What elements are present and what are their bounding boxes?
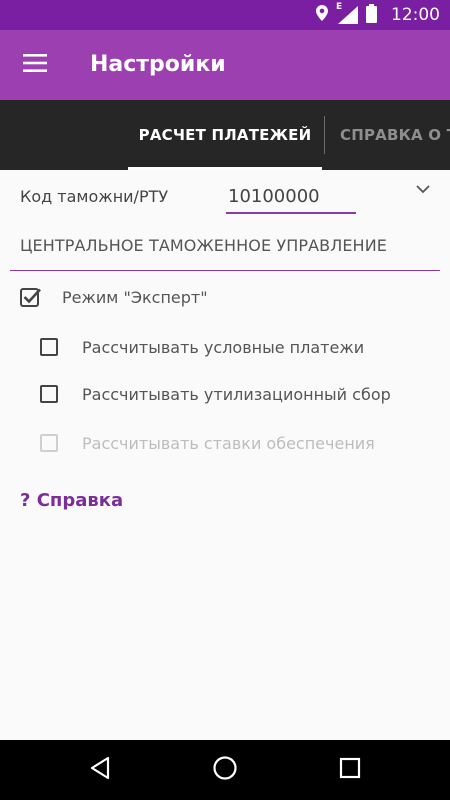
tab-goods-reference[interactable]: СПРАВКА О ТОВАРАХ — [340, 100, 450, 170]
settings-content: Код таможни/РТУ ЦЕНТРАЛЬНОЕ ТАМОЖЕННОЕ У… — [0, 170, 450, 740]
customs-office-underline — [10, 270, 440, 271]
location-icon — [316, 5, 328, 25]
home-button[interactable] — [210, 755, 240, 785]
status-time: 12:00 — [391, 5, 440, 25]
settings-screen: E 12:00 Настройки РАСЧЕТ ПЛАТЕЖЕЙ СПРАВК… — [0, 0, 450, 800]
customs-code-label: Код таможни/РТУ — [20, 187, 169, 206]
recents-button[interactable] — [335, 755, 365, 785]
signal-icon: E — [336, 2, 358, 24]
back-button[interactable] — [85, 755, 115, 785]
network-type-label: E — [336, 2, 343, 12]
checkbox-unchecked[interactable] — [40, 385, 58, 403]
expert-mode-label: Режим "Эксперт" — [62, 287, 208, 307]
tab-bar: РАСЧЕТ ПЛАТЕЖЕЙ СПРАВКА О ТОВАРАХ — [0, 100, 450, 170]
navigation-bar — [0, 740, 450, 800]
checkbox-checked-icon[interactable] — [20, 286, 42, 308]
recycling-fee-option[interactable]: Рассчитывать утилизационный сбор — [40, 381, 391, 407]
chevron-down-icon — [416, 179, 430, 198]
hamburger-menu-icon — [23, 54, 47, 76]
security-rates-label: Рассчитывать ставки обеспечения — [82, 433, 375, 453]
status-icons: E 12:00 — [316, 0, 440, 30]
battery-icon — [366, 3, 377, 27]
help-link[interactable]: ? Справка — [20, 490, 123, 511]
back-icon — [89, 756, 111, 784]
conditional-payments-option[interactable]: Рассчитывать условные платежи — [40, 334, 364, 360]
tab-payment-calculation[interactable]: РАСЧЕТ ПЛАТЕЖЕЙ — [128, 100, 322, 170]
security-rates-option: Рассчитывать ставки обеспечения — [40, 430, 375, 456]
status-bar: E 12:00 — [0, 0, 450, 30]
menu-button[interactable] — [14, 44, 56, 86]
customs-code-input[interactable] — [226, 180, 356, 214]
expert-mode-option[interactable]: Режим "Эксперт" — [20, 284, 208, 310]
customs-office-name: ЦЕНТРАЛЬНОЕ ТАМОЖЕННОЕ УПРАВЛЕНИЕ — [20, 236, 387, 255]
home-icon — [212, 755, 238, 785]
tab-divider — [324, 116, 325, 154]
recents-icon — [339, 757, 361, 783]
recycling-fee-label: Рассчитывать утилизационный сбор — [82, 384, 391, 404]
customs-code-dropdown[interactable] — [408, 176, 438, 200]
page-title: Настройки — [90, 52, 226, 77]
checkbox-disabled — [40, 434, 58, 452]
conditional-payments-label: Рассчитывать условные платежи — [82, 337, 365, 357]
checkbox-unchecked[interactable] — [40, 338, 58, 356]
app-bar: Настройки — [0, 30, 450, 100]
